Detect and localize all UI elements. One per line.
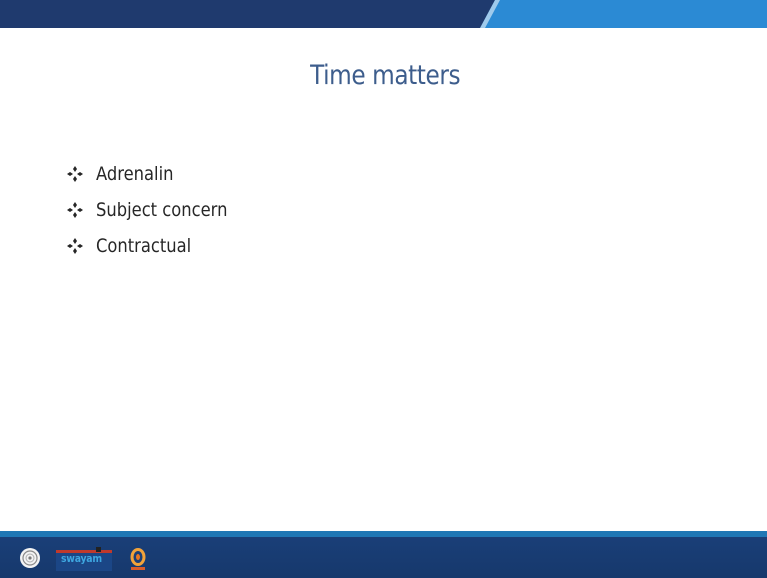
nptel-logo-icon [19, 547, 41, 569]
top-banner [0, 0, 767, 28]
bullet-text: Subject concern [96, 199, 228, 221]
slide-title: Time matters [310, 60, 461, 91]
bullet-item: Contractual [66, 228, 249, 264]
bullet-item: Subject concern [66, 192, 249, 228]
swayam-logo-text: swayam [61, 552, 102, 565]
bullet-list: Adrenalin Subject concern Contractual [66, 156, 249, 264]
diamond-bullet-icon [66, 165, 84, 183]
institute-logo-icon [128, 545, 148, 572]
bullet-text: Contractual [96, 235, 192, 257]
diamond-bullet-icon [66, 201, 84, 219]
slide: Time matters Adrenalin Subject concern C… [0, 0, 767, 578]
footer-bar: swayam [0, 537, 767, 578]
bullet-item: Adrenalin [66, 156, 249, 192]
diamond-bullet-icon [66, 237, 84, 255]
bullet-text: Adrenalin [96, 163, 174, 185]
